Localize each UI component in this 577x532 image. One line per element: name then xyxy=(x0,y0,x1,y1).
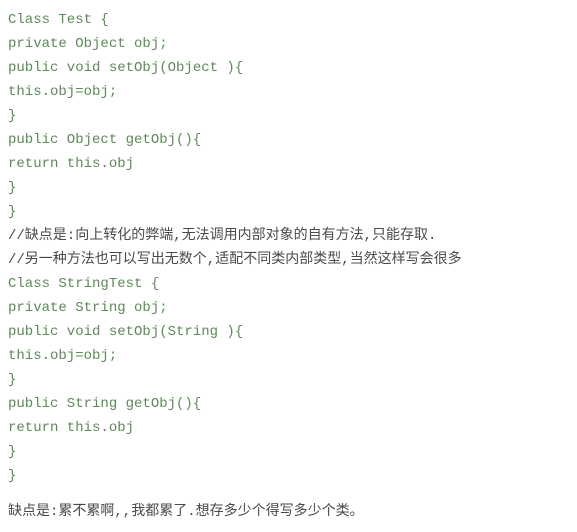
code-line: private String obj; xyxy=(8,296,569,320)
code-line: } xyxy=(8,368,569,392)
code-line: public void setObj(String ){ xyxy=(8,320,569,344)
code-line: return this.obj xyxy=(8,416,569,440)
code-line: } xyxy=(8,176,569,200)
code-line: } xyxy=(8,200,569,224)
code-line: } xyxy=(8,104,569,128)
code-block: Class Test {private Object obj;public vo… xyxy=(8,8,569,488)
code-line: private Object obj; xyxy=(8,32,569,56)
code-line: } xyxy=(8,440,569,464)
footer-text: 缺点是:累不累啊,,我都累了.想存多少个得写多少个类。 xyxy=(8,500,569,524)
code-line: return this.obj xyxy=(8,152,569,176)
code-line: this.obj=obj; xyxy=(8,344,569,368)
code-line: this.obj=obj; xyxy=(8,80,569,104)
code-line: //缺点是:向上转化的弊端,无法调用内部对象的自有方法,只能存取. xyxy=(8,224,569,248)
code-line: //另一种方法也可以写出无数个,适配不同类内部类型,当然这样写会很多 xyxy=(8,248,569,272)
code-line: Class StringTest { xyxy=(8,272,569,296)
code-line: public Object getObj(){ xyxy=(8,128,569,152)
code-line: public String getObj(){ xyxy=(8,392,569,416)
code-line: public void setObj(Object ){ xyxy=(8,56,569,80)
code-line: } xyxy=(8,464,569,488)
code-line: Class Test { xyxy=(8,8,569,32)
